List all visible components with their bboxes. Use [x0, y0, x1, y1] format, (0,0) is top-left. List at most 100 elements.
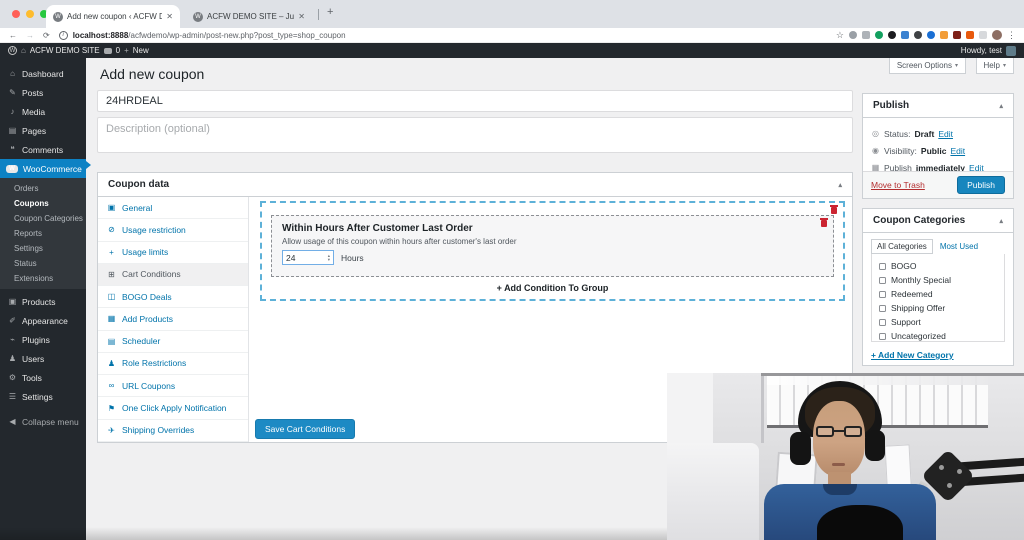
category-item[interactable]: BOGO: [872, 259, 1004, 273]
reload-icon[interactable]: ⟳: [43, 31, 50, 40]
panel-collapse-icon[interactable]: ▴: [999, 102, 1003, 110]
submenu-item-reports[interactable]: Reports: [0, 226, 86, 241]
extension-icon[interactable]: [914, 31, 922, 39]
extension-icon[interactable]: [901, 31, 909, 39]
category-item[interactable]: Uncategorized: [872, 329, 1004, 343]
checkbox-icon[interactable]: [879, 305, 886, 312]
sidebar-item-label: Settings: [22, 392, 53, 402]
number-stepper-icon[interactable]: ▴▾: [328, 254, 330, 261]
move-to-trash-link[interactable]: Move to Trash: [871, 180, 925, 190]
add-new-category-link[interactable]: + Add New Category: [871, 350, 1005, 360]
category-item[interactable]: Monthly Special: [872, 273, 1004, 287]
sidebar-item-woocommerce[interactable]: W WooCommerce: [0, 159, 86, 178]
submenu-item-status[interactable]: Status: [0, 256, 86, 271]
tab-role-restrictions[interactable]: ♟Role Restrictions: [98, 353, 248, 375]
extension-icon[interactable]: [953, 31, 961, 39]
panel-collapse-icon[interactable]: ▴: [838, 181, 842, 189]
add-condition-to-group-button[interactable]: + Add Condition To Group: [262, 283, 843, 293]
submenu-item-coupons[interactable]: Coupons: [0, 196, 86, 211]
tab-cart-conditions[interactable]: ⊞Cart Conditions: [98, 264, 248, 286]
user-avatar[interactable]: [1006, 46, 1016, 56]
extension-icon[interactable]: [862, 31, 870, 39]
howdy-text[interactable]: Howdy, test: [961, 46, 1002, 55]
screen-options-button[interactable]: Screen Options ▾: [889, 58, 966, 74]
tab-add-products[interactable]: ▦Add Products: [98, 308, 248, 330]
new-tab-button[interactable]: +: [327, 6, 333, 18]
sidebar-item-plugins[interactable]: ⌁ Plugins: [0, 330, 86, 349]
checkbox-icon[interactable]: [879, 333, 886, 340]
window-minimize-icon[interactable]: [26, 10, 34, 18]
sidebar-item-posts[interactable]: ✎ Posts: [0, 83, 86, 102]
coupon-code-input[interactable]: [97, 90, 853, 112]
hours-number-input[interactable]: 24 ▴▾: [282, 250, 334, 265]
submenu-item-extensions[interactable]: Extensions: [0, 271, 86, 286]
submenu-item-orders[interactable]: Orders: [0, 181, 86, 196]
tab-usage-limits[interactable]: +Usage limits: [98, 242, 248, 264]
sidebar-item-appearance[interactable]: ✐ Appearance: [0, 311, 86, 330]
tab-close-icon[interactable]: ✕: [166, 12, 173, 21]
tab-shipping-overrides[interactable]: ✈Shipping Overrides: [98, 420, 248, 442]
browser-profile-avatar[interactable]: [992, 30, 1002, 40]
category-item[interactable]: Support: [872, 315, 1004, 329]
checkbox-icon[interactable]: [879, 319, 886, 326]
save-cart-conditions-button[interactable]: Save Cart Conditions: [255, 419, 355, 439]
tab-title: Add new coupon ‹ ACFW DEM: [67, 12, 162, 21]
bogo-icon: ◫: [107, 292, 116, 301]
checkbox-icon[interactable]: [879, 291, 886, 298]
add-condition-label: Add Condition To Group: [504, 283, 608, 293]
category-item[interactable]: Shipping Offer: [872, 301, 1004, 315]
tab-general[interactable]: ▣General: [98, 197, 248, 219]
forward-icon[interactable]: →: [26, 31, 34, 40]
submenu-item-coupon-categories[interactable]: Coupon Categories: [0, 211, 86, 226]
publish-button[interactable]: Publish: [957, 176, 1005, 194]
tab-all-categories[interactable]: All Categories: [871, 239, 933, 254]
sidebar-item-dashboard[interactable]: ⌂ Dashboard: [0, 64, 86, 83]
delete-condition-trash-icon[interactable]: [821, 220, 827, 227]
browser-menu-icon[interactable]: ⋮: [1007, 30, 1016, 41]
comments-bubble-icon[interactable]: [104, 48, 112, 54]
new-content-link[interactable]: New: [133, 46, 149, 55]
extension-icon[interactable]: [875, 31, 883, 39]
url-bar[interactable]: localhost:8888/acfwdemo/wp-admin/post-ne…: [73, 31, 346, 40]
checkbox-icon[interactable]: [879, 263, 886, 270]
tab-most-used[interactable]: Most Used: [940, 242, 978, 254]
bookmark-star-icon[interactable]: ☆: [836, 30, 844, 41]
window-close-icon[interactable]: [12, 10, 20, 18]
extension-icon[interactable]: [849, 31, 857, 39]
wordpress-logo-icon[interactable]: W: [8, 46, 17, 55]
panel-collapse-icon[interactable]: ▴: [999, 217, 1003, 225]
edit-status-link[interactable]: Edit: [938, 129, 953, 139]
extension-icon[interactable]: [927, 31, 935, 39]
extension-icon[interactable]: [940, 31, 948, 39]
delete-group-trash-icon[interactable]: [831, 207, 837, 214]
tab-scheduler[interactable]: ▤Scheduler: [98, 331, 248, 353]
sidebar-item-users[interactable]: ♟ Users: [0, 349, 86, 368]
browser-tab-strip: W Add new coupon ‹ ACFW DEM ✕ W ACFW DEM…: [0, 0, 1024, 28]
back-icon[interactable]: ←: [9, 31, 17, 40]
sidebar-item-settings[interactable]: ☰ Settings: [0, 387, 86, 406]
collapse-menu-button[interactable]: ◀ Collapse menu: [0, 412, 86, 431]
site-info-icon[interactable]: i: [59, 31, 68, 40]
category-item[interactable]: Redeemed: [872, 287, 1004, 301]
help-button[interactable]: Help ▾: [976, 58, 1014, 74]
extension-icon[interactable]: [888, 31, 896, 39]
sidebar-item-comments[interactable]: ❝ Comments: [0, 140, 86, 159]
tab-one-click-apply[interactable]: ⚑One Click Apply Notification: [98, 397, 248, 419]
submenu-item-settings[interactable]: Settings: [0, 241, 86, 256]
extension-icon[interactable]: [966, 31, 974, 39]
extension-icon[interactable]: [979, 31, 987, 39]
site-name-link[interactable]: ACFW DEMO SITE: [30, 46, 100, 55]
edit-visibility-link[interactable]: Edit: [950, 146, 965, 156]
tab-url-coupons[interactable]: ∞URL Coupons: [98, 375, 248, 397]
sidebar-item-media[interactable]: ♪ Media: [0, 102, 86, 121]
tab-close-icon[interactable]: ✕: [298, 12, 305, 21]
browser-tab-active[interactable]: W Add new coupon ‹ ACFW DEM ✕: [46, 5, 180, 28]
sidebar-item-products[interactable]: ▣ Products: [0, 292, 86, 311]
tab-bogo-deals[interactable]: ◫BOGO Deals: [98, 286, 248, 308]
checkbox-icon[interactable]: [879, 277, 886, 284]
sidebar-item-tools[interactable]: ⚙ Tools: [0, 368, 86, 387]
coupon-description-input[interactable]: [97, 117, 853, 153]
tab-usage-restriction[interactable]: ⊘Usage restriction: [98, 219, 248, 241]
browser-tab-inactive[interactable]: W ACFW DEMO SITE – Just anoth ✕: [186, 5, 312, 28]
sidebar-item-pages[interactable]: ▤ Pages: [0, 121, 86, 140]
